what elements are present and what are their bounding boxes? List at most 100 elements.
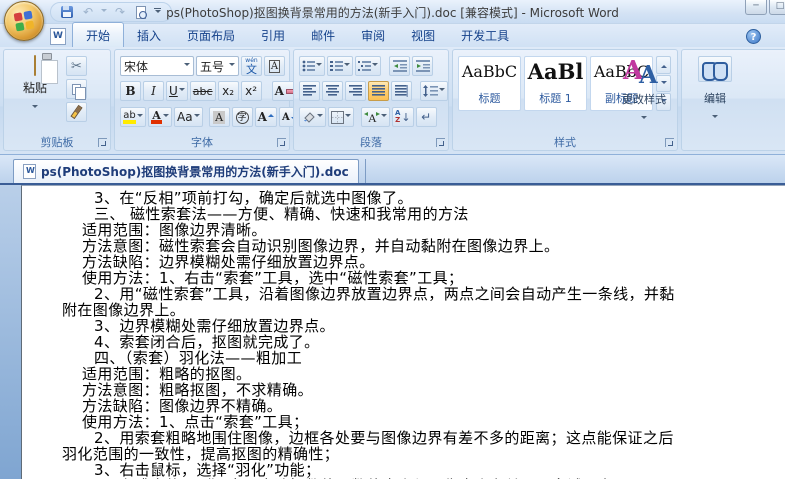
show-marks-button[interactable]: ↵ <box>415 107 437 127</box>
svg-text:A: A <box>368 111 377 124</box>
asian-layout-button[interactable]: A <box>361 107 390 127</box>
subscript-icon: x₂ <box>222 84 235 98</box>
styles-dialog-launcher-icon[interactable] <box>665 138 674 147</box>
shading-button[interactable] <box>299 107 326 127</box>
shrink-font-icon: A <box>281 111 290 123</box>
doc-line: 四、（索套）羽化法——粗加工 <box>94 349 303 367</box>
character-shading-icon: A <box>213 110 226 124</box>
clipboard-dialog-launcher-icon[interactable] <box>98 138 107 147</box>
font-color-button[interactable]: A <box>148 107 172 127</box>
doc-line: 方法缺陷：图像边界不精确。 <box>82 397 283 415</box>
tab-page-layout[interactable]: 页面布局 <box>174 23 248 47</box>
chevron-down-icon <box>317 114 323 120</box>
tab-view[interactable]: 视图 <box>398 23 448 47</box>
increase-indent-icon <box>415 60 430 72</box>
find-button[interactable]: 编辑 <box>690 56 740 125</box>
document-tab[interactable]: ps(PhotoShop)抠图换背景常用的方法(新手入门).doc <box>13 159 359 183</box>
distribute-button[interactable] <box>391 81 412 101</box>
group-clipboard: 粘贴 ✂ 剪贴板 <box>3 49 111 151</box>
align-right-button[interactable] <box>345 81 366 101</box>
tab-review[interactable]: 审阅 <box>348 23 398 47</box>
tab-insert[interactable]: 插入 <box>124 23 174 47</box>
phonetic-guide-button[interactable]: wén 文 <box>241 56 262 76</box>
doc-line: 4、索套闭合后，抠图就完成了。 <box>94 333 320 351</box>
font-size-combo[interactable]: 五号 <box>196 56 239 76</box>
window-controls: ─ □ <box>745 0 785 15</box>
align-center-button[interactable] <box>322 81 343 101</box>
align-left-button[interactable] <box>299 81 320 101</box>
character-shading-button[interactable]: A <box>208 107 230 127</box>
style-heading1[interactable]: AaBl 标题 1 <box>524 56 587 111</box>
align-right-icon <box>349 85 362 96</box>
justify-button[interactable] <box>368 81 389 101</box>
italic-icon: I <box>151 84 156 98</box>
doc-line: 方法缺陷：边界模糊处需仔细放置边界点。 <box>82 253 375 271</box>
bold-icon: B <box>125 84 136 98</box>
doc-line: 附在图像边界上。 <box>62 301 186 319</box>
numbering-button[interactable] <box>327 56 353 76</box>
subscript-button[interactable]: x₂ <box>217 81 239 101</box>
bullets-icon <box>302 60 315 72</box>
group-styles: AaBbC 标题 AaBl 标题 1 AaBbC 副标题 A A 更改样式 样式 <box>452 49 678 151</box>
italic-button[interactable]: I <box>143 81 164 101</box>
font-dialog-launcher-icon[interactable] <box>277 138 286 147</box>
paste-dropdown-arrow-icon[interactable] <box>32 105 38 111</box>
chevron-down-icon <box>372 63 378 69</box>
grow-font-button[interactable]: A <box>254 107 277 127</box>
font-name-combo[interactable]: 宋体 <box>120 56 194 76</box>
doc-line: 使用方法：1、右击“索套”工具，选中“磁性索套”工具； <box>82 269 464 287</box>
multilevel-list-button[interactable] <box>355 56 381 76</box>
increase-indent-button[interactable] <box>412 56 433 76</box>
format-painter-brush-icon <box>70 104 83 120</box>
font-color-icon: A <box>151 109 162 124</box>
minimize-button[interactable]: ─ <box>745 0 767 15</box>
tab-developer[interactable]: 开发工具 <box>448 23 522 47</box>
strikethrough-button[interactable]: abc <box>189 81 216 101</box>
enclose-characters-button[interactable]: 字 <box>231 107 253 127</box>
tab-mailings[interactable]: 邮件 <box>298 23 348 47</box>
bold-button[interactable]: B <box>120 81 141 101</box>
format-painter-button[interactable] <box>66 102 87 122</box>
doc-line: 2、用索套粗略地围住图像，边框各处要与图像边界有差不多的距离；这点能保证之后 <box>94 429 674 447</box>
sort-button[interactable]: A Z ↓ <box>392 107 414 127</box>
style-sample: AaBl <box>527 59 584 84</box>
character-border-button[interactable]: A <box>264 56 285 76</box>
office-button[interactable] <box>4 1 44 41</box>
sort-az-icon: A Z <box>395 109 401 124</box>
change-styles-button[interactable]: A A 更改样式 <box>615 56 673 126</box>
document-tab-bar: ps(PhotoShop)抠图换背景常用的方法(新手入门).doc <box>0 155 785 185</box>
change-case-button[interactable]: Aa <box>174 107 203 127</box>
group-font-label: 字体 <box>191 136 213 149</box>
underline-button[interactable]: U <box>166 81 188 101</box>
decrease-indent-button[interactable] <box>389 56 410 76</box>
document-page[interactable]: 3、在“反相”项前打勾，确定后就选中图像了。 三、 磁性索套法——方便、精确、快… <box>21 185 785 479</box>
font-size-value: 五号 <box>200 59 225 74</box>
doc-line: 2、用“磁性索套”工具，沿着图像边界放置边界点，两点之间会自动产生一条线，并黏 <box>94 285 675 303</box>
underline-icon: U <box>169 84 178 98</box>
tab-home[interactable]: 开始 <box>72 22 125 47</box>
help-icon[interactable]: ? <box>746 29 761 44</box>
chevron-down-icon <box>345 114 351 120</box>
doc-line: 适用范围：图像边界清晰。 <box>82 221 267 239</box>
text-highlight-button[interactable]: ab <box>120 107 146 127</box>
paint-bucket-icon <box>304 111 315 123</box>
bullets-button[interactable] <box>299 56 325 76</box>
maximize-button[interactable]: □ <box>769 0 785 15</box>
change-styles-label: 更改样式 <box>622 93 666 106</box>
doc-line: 方法意图：粗略抠图，不求精确。 <box>82 381 314 399</box>
window-title: ps(PhotoShop)抠图换背景常用的方法(新手入门).doc [兼容模式]… <box>166 6 619 20</box>
highlight-icon: ab <box>123 110 136 124</box>
chevron-down-icon <box>178 88 185 94</box>
borders-button[interactable] <box>328 107 354 127</box>
paragraph-dialog-launcher-icon[interactable] <box>436 138 445 147</box>
document-tab-label: ps(PhotoShop)抠图换背景常用的方法(新手入门).doc <box>41 165 349 179</box>
line-spacing-button[interactable] <box>420 81 448 101</box>
cut-button[interactable]: ✂ <box>66 56 87 76</box>
copy-button[interactable] <box>66 79 87 100</box>
justify-icon <box>372 85 385 96</box>
paste-button[interactable]: 粘贴 <box>11 55 59 115</box>
superscript-button[interactable]: x² <box>240 81 262 101</box>
tab-references[interactable]: 引用 <box>248 23 298 47</box>
style-title[interactable]: AaBbC 标题 <box>458 56 521 111</box>
office-logo-icon <box>13 10 35 32</box>
